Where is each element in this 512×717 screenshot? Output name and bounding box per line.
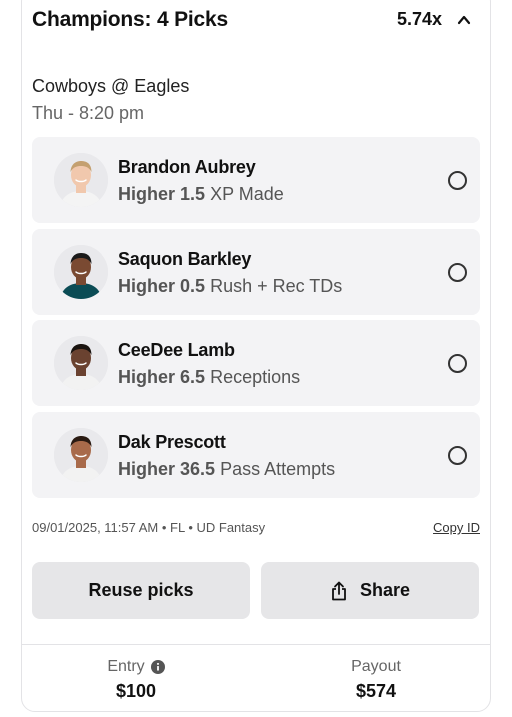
pick-direction: Higher [118,275,176,296]
payout-amount: $574 [355,681,397,701]
entry-title: Champions: 4 Picks [32,8,228,31]
share-button[interactable]: Share [261,562,479,619]
player-avatar [54,244,108,299]
game-time: Thu - 8:20 pm [32,103,145,123]
footer-divider [22,644,490,645]
payout-label: Payout [351,658,401,675]
player-name: CeeDee Lamb [118,340,235,360]
entry-summary: Entry $100 [36,658,236,702]
pick-stat: Pass Attempts [220,458,336,479]
picks-list: Brandon Aubrey Higher 1.5 XP Made Saquon… [32,137,480,503]
pick-direction: Higher [118,184,176,204]
pick-direction: Higher [118,458,176,479]
pick-value: 6.5 [180,367,206,387]
reuse-picks-label: Reuse picks [88,580,194,600]
pick-radio[interactable] [448,354,467,373]
share-icon [332,581,346,600]
player-avatar [54,336,108,390]
reuse-picks-button[interactable]: Reuse picks [32,562,250,619]
payout-summary: Payout $574 [276,658,476,702]
pick-line: Higher 6.5 Receptions [118,367,300,388]
player-headshot [54,336,108,390]
pick-value: 0.5 [180,275,206,296]
entry-amount: $100 [115,681,157,701]
pick-row[interactable]: Brandon Aubrey Higher 1.5 XP Made [32,137,480,223]
entry-meta: 09/01/2025, 11:57 AM • FL • UD Fantasy [32,520,266,535]
pick-radio[interactable] [448,171,467,190]
pick-row[interactable]: Dak Prescott Higher 36.5 Pass Attempts [32,411,480,498]
share-label: Share [359,580,411,600]
pick-radio[interactable] [448,445,467,465]
player-name: Dak Prescott [118,431,226,452]
pick-stat: XP Made [210,184,284,204]
entry-label: Entry [107,658,145,675]
player-avatar [54,427,108,482]
player-name: Brandon Aubrey [118,157,256,177]
pick-line: Higher 36.5 Pass Attempts [118,459,335,480]
pick-row[interactable]: Saquon Barkley Higher 0.5 Rush + Rec TDs [32,228,480,315]
game-matchup: Cowboys @ Eagles [32,76,190,96]
pick-radio[interactable] [448,262,467,282]
info-icon[interactable] [150,660,165,674]
entry-label-row: Entry [107,658,165,676]
pick-stat: Rush + Rec TDs [210,275,343,296]
entry-header: Champions: 4 Picks 5.74x [32,8,480,34]
player-headshot [54,153,108,207]
player-headshot [54,244,108,299]
copy-id-link[interactable]: Copy ID [433,520,480,535]
chevron-up-icon[interactable] [456,12,472,28]
pick-value: 36.5 [180,458,216,479]
pick-line: Higher 0.5 Rush + Rec TDs [118,276,342,297]
player-avatar [54,153,108,207]
pick-direction: Higher [118,367,176,387]
pick-line: Higher 1.5 XP Made [118,184,284,205]
pick-stat: Receptions [210,367,301,387]
player-headshot [54,427,108,482]
payout-multiplier: 5.74x [396,9,442,29]
player-name: Saquon Barkley [118,248,252,269]
pick-value: 1.5 [180,184,206,204]
pick-row[interactable]: CeeDee Lamb Higher 6.5 Receptions [32,320,480,406]
